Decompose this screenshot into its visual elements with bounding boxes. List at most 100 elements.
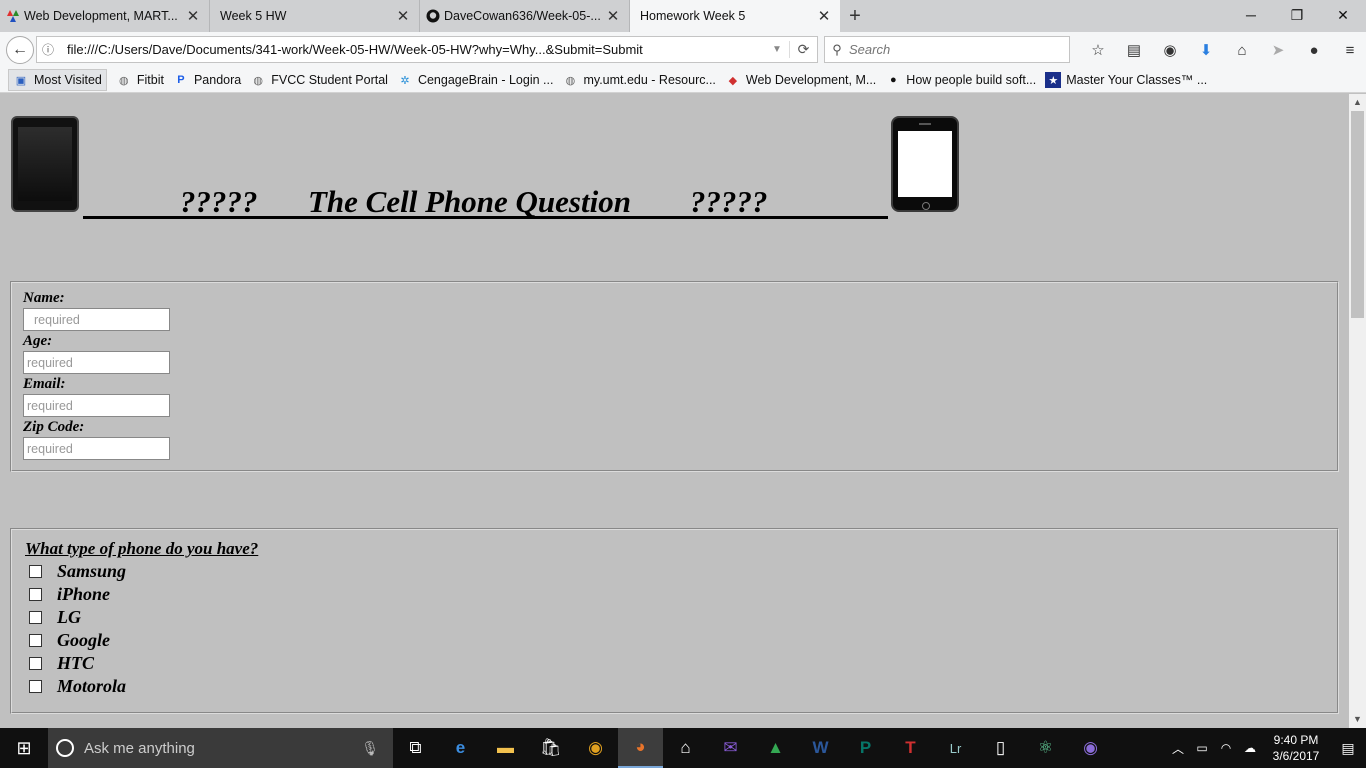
word-icon[interactable]: W (798, 728, 843, 768)
url-text[interactable]: file:///C:/Users/Dave/Documents/341-work… (59, 42, 765, 57)
option-lg[interactable]: LG (29, 607, 81, 627)
bookmark-cengagebrain[interactable]: ✲ CengageBrain - Login ... (397, 72, 554, 88)
zip-code-field[interactable] (23, 437, 170, 460)
phone-type-fieldset: What type of phone do you have? Samsung … (10, 528, 1339, 714)
age-field[interactable] (23, 351, 170, 374)
github-desktop-icon[interactable]: ◉ (1068, 728, 1113, 768)
pandora-icon: P (177, 74, 185, 86)
scrollbar-thumb[interactable] (1351, 111, 1364, 318)
checkbox[interactable] (29, 610, 42, 624)
reload-icon[interactable]: ⟳ (789, 41, 817, 58)
system-clock[interactable]: 9:40 PM 3/6/2017 (1262, 732, 1330, 764)
tab-close-icon[interactable]: ✕ (395, 7, 411, 25)
action-center-icon[interactable]: ▤ (1330, 740, 1366, 757)
bookmark-most-visited[interactable]: ▣ Most Visited (8, 69, 107, 91)
globe-icon: ◍ (565, 74, 576, 87)
bookmark-umt[interactable]: ◍ my.umt.edu - Resourc... (562, 72, 716, 88)
minimize-icon[interactable]: ─ (1228, 0, 1274, 30)
search-input[interactable] (849, 42, 1049, 57)
reading-list-icon[interactable]: ▤ (1116, 36, 1152, 64)
bookmark-master-classes[interactable]: ★ Master Your Classes™ ... (1045, 72, 1207, 88)
firefox-icon[interactable]: ◕ (618, 728, 663, 768)
lightroom-icon[interactable]: Lr (933, 728, 978, 768)
option-iphone[interactable]: iPhone (29, 584, 110, 604)
cortana-search-box[interactable]: Ask me anything 🎙 (48, 728, 393, 768)
windows-start-icon[interactable]: ⊞ (0, 728, 48, 768)
bookmark-star-icon[interactable]: ☆ (1080, 36, 1116, 64)
google-drive-icon[interactable]: ▲ (753, 728, 798, 768)
name-field[interactable] (23, 308, 170, 331)
file-explorer-icon[interactable]: ▬ (483, 728, 528, 768)
back-arrow-icon[interactable]: ← (6, 36, 34, 64)
chrome-icon[interactable]: ◉ (573, 728, 618, 768)
bookmark-label: Pandora (193, 73, 242, 87)
github-icon: ● (889, 74, 897, 86)
globe-icon: ◍ (253, 74, 264, 87)
close-window-icon[interactable]: ✕ (1320, 0, 1366, 30)
bookmark-label: CengageBrain - Login ... (417, 73, 554, 87)
downloads-icon[interactable]: ⬇ (1188, 36, 1224, 64)
hamburger-menu-icon[interactable]: ≡ (1332, 36, 1366, 64)
phone-type-question: What type of phone do you have? (25, 539, 259, 558)
checkbox[interactable] (29, 564, 42, 578)
star-badge-icon: ★ (1045, 72, 1062, 88)
checkbox[interactable] (29, 679, 42, 693)
tab-web-development[interactable]: Web Development, MART... ✕ (0, 0, 210, 32)
atom-icon[interactable]: ⚛ (1023, 728, 1068, 768)
bookmark-fvcc-portal[interactable]: ◍ FVCC Student Portal (250, 72, 388, 88)
edge-icon[interactable]: e (438, 728, 483, 768)
checkbox[interactable] (29, 587, 42, 601)
search-bar[interactable]: ⚲ (824, 36, 1070, 63)
option-label: Samsung (57, 560, 127, 581)
tab-close-icon[interactable]: ✕ (816, 7, 832, 25)
scroll-up-arrow-icon[interactable]: ▲ (1349, 94, 1366, 111)
email-field[interactable] (23, 394, 170, 417)
mail-icon[interactable]: ✉ (708, 728, 753, 768)
home-icon[interactable]: ⌂ (1224, 36, 1260, 64)
tab-close-icon[interactable]: ✕ (185, 7, 201, 25)
option-label: LG (57, 606, 81, 627)
tab-github[interactable]: DaveCowan636/Week-05-... ✕ (420, 0, 630, 32)
tab-week-5-hw[interactable]: Week 5 HW ✕ (210, 0, 420, 32)
bookmark-label: Master Your Classes™ ... (1066, 73, 1208, 87)
onedrive-cloud-icon[interactable]: ☁ (1238, 741, 1262, 755)
tab-homework-week-5[interactable]: Homework Week 5 ✕ (630, 0, 840, 32)
publisher-icon[interactable]: P (843, 728, 888, 768)
cortana-icon (56, 739, 74, 757)
new-tab-button[interactable]: + (840, 0, 870, 32)
address-bar[interactable]: ⓘ file:///C:/Users/Dave/Documents/341-wo… (36, 36, 818, 63)
restore-icon[interactable]: ❐ (1274, 0, 1320, 30)
option-motorola[interactable]: Motorola (29, 676, 126, 696)
tab-close-icon[interactable]: ✕ (605, 7, 621, 25)
option-google[interactable]: Google (29, 630, 110, 650)
tab-label: DaveCowan636/Week-05-... (444, 9, 601, 23)
page-title: The Cell Phone Question (308, 184, 631, 219)
bookmark-github[interactable]: ● How people build soft... (885, 72, 1036, 88)
checkbox[interactable] (29, 656, 42, 670)
t-app-icon[interactable]: T (888, 728, 933, 768)
pocket-icon[interactable]: ◉ (1152, 36, 1188, 64)
bookmark-web-development[interactable]: ◆ Web Development, M... (725, 72, 877, 88)
microphone-icon[interactable]: 🎙 (361, 740, 379, 757)
vertical-scrollbar[interactable]: ▲ ▼ (1349, 94, 1366, 728)
home-icon[interactable]: ⌂ (663, 728, 708, 768)
show-hidden-icons-icon[interactable]: ︿ (1166, 740, 1190, 757)
option-samsung[interactable]: Samsung (29, 561, 126, 581)
wifi-icon[interactable]: ◠ (1214, 741, 1238, 755)
option-htc[interactable]: HTC (29, 653, 94, 673)
info-icon[interactable]: ⓘ (37, 41, 59, 58)
task-view-icon[interactable]: ⧉ (393, 728, 438, 768)
bookmark-fitbit[interactable]: ◍ Fitbit (116, 72, 164, 88)
option-label: Google (57, 629, 110, 650)
bookmark-pandora[interactable]: P Pandora (173, 72, 241, 88)
windows-taskbar: ⊞ Ask me anything 🎙 ⧉ e ▬ 🛍 ◉ ◕ ⌂ ✉ ▲ W … (0, 728, 1366, 768)
dropdown-arrow-icon[interactable]: ▼ (765, 44, 789, 55)
share-icon[interactable]: ➤ (1260, 36, 1296, 64)
notepad-icon[interactable]: ▯ (978, 728, 1023, 768)
battery-icon[interactable]: ▭ (1190, 741, 1214, 755)
checkbox[interactable] (29, 633, 42, 647)
store-icon[interactable]: 🛍 (528, 728, 573, 768)
most-visited-icon: ▣ (15, 74, 27, 87)
scroll-down-arrow-icon[interactable]: ▼ (1349, 711, 1366, 728)
sync-icon[interactable]: ● (1296, 36, 1332, 64)
